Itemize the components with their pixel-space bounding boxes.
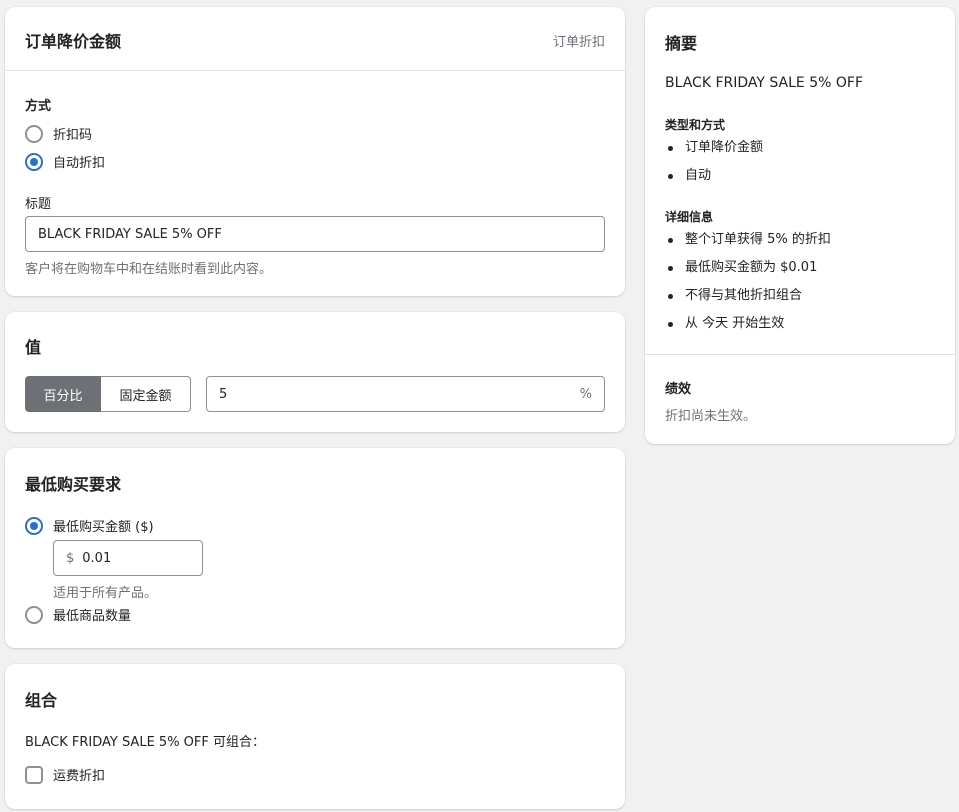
radio-automatic-discount[interactable]: 自动折扣: [25, 152, 105, 171]
title-input-value: BLACK FRIDAY SALE 5% OFF: [38, 226, 222, 242]
title-help-text: 客户将在购物车中和在结账时看到此内容。: [25, 262, 273, 277]
details-title: 详细信息: [665, 210, 714, 224]
method-label: 方式: [25, 99, 52, 114]
title-field-label: 标题: [25, 197, 52, 212]
summary-card: 摘要 BLACK FRIDAY SALE 5% OFF 类型和方式 订单降价金额…: [645, 7, 955, 444]
card-title: 值: [25, 338, 42, 357]
radio-checked-icon[interactable]: [25, 516, 43, 535]
list-item: 最低购买金额为 $0.01: [665, 254, 831, 282]
card-title: 订单降价金额: [25, 32, 122, 51]
card-header: 订单降价金额 订单折扣: [5, 7, 625, 71]
percentage-button[interactable]: 百分比: [25, 376, 101, 412]
divider: [645, 354, 955, 355]
amount-input-value: 0.01: [82, 550, 112, 566]
radio-discount-code[interactable]: 折扣码: [25, 124, 92, 143]
currency-prefix: $: [66, 550, 75, 566]
discount-method-card: 订单降价金额 订单折扣 方式 折扣码 自动折扣 标题 BLACK FRIDAY …: [5, 7, 625, 296]
summary-title: 摘要: [665, 34, 698, 53]
combination-text: BLACK FRIDAY SALE 5% OFF 可组合：: [25, 735, 265, 750]
type-method-title: 类型和方式: [665, 118, 726, 132]
radio-checked-icon[interactable]: [25, 152, 43, 171]
combinations-card: 组合 BLACK FRIDAY SALE 5% OFF 可组合： 运费折扣: [5, 664, 625, 809]
fixed-amount-button[interactable]: 固定金额: [101, 376, 191, 412]
checkbox-label: 运费折扣: [53, 769, 106, 784]
checkbox-icon[interactable]: [25, 765, 43, 784]
card-title: 组合: [25, 691, 58, 710]
radio-icon[interactable]: [25, 124, 43, 143]
radio-label: 最低商品数量: [53, 609, 132, 624]
value-card: 值 百分比 固定金额 5 %: [5, 312, 625, 432]
list-item: 自动: [665, 162, 763, 190]
list-item: 订单降价金额: [665, 134, 763, 162]
performance-title: 绩效: [665, 382, 692, 397]
radio-label: 最低购买金额 ($): [53, 520, 154, 535]
type-list: 订单降价金额 自动: [665, 134, 763, 190]
list-item: 不得与其他折扣组合: [665, 282, 831, 310]
card-title: 最低购买要求: [25, 475, 122, 494]
list-item: 整个订单获得 5% 的折扣: [665, 226, 831, 254]
radio-icon[interactable]: [25, 605, 43, 624]
list-item: 从 今天 开始生效: [665, 310, 831, 338]
performance-text: 折扣尚未生效。: [665, 409, 757, 424]
title-input[interactable]: BLACK FRIDAY SALE 5% OFF: [25, 216, 605, 252]
percent-suffix: %: [579, 386, 592, 402]
radio-label: 自动折扣: [53, 156, 106, 171]
radio-minimum-amount[interactable]: 最低购买金额 ($): [25, 516, 154, 535]
applies-help-text: 适用于所有产品。: [53, 586, 158, 601]
radio-minimum-quantity[interactable]: 最低商品数量: [25, 605, 131, 624]
details-list: 整个订单获得 5% 的折扣 最低购买金额为 $0.01 不得与其他折扣组合 从 …: [665, 226, 831, 338]
minimum-amount-input[interactable]: $ 0.01: [53, 540, 203, 576]
radio-label: 折扣码: [53, 128, 93, 143]
discount-type-tag: 订单折扣: [552, 35, 605, 50]
discount-name: BLACK FRIDAY SALE 5% OFF: [665, 75, 864, 91]
minimum-requirement-card: 最低购买要求 最低购买金额 ($) $ 0.01 适用于所有产品。 最低商品数量: [5, 448, 625, 648]
value-input[interactable]: 5 %: [206, 376, 605, 412]
value-input-value: 5: [219, 386, 228, 402]
checkbox-shipping-discount[interactable]: 运费折扣: [25, 765, 105, 784]
